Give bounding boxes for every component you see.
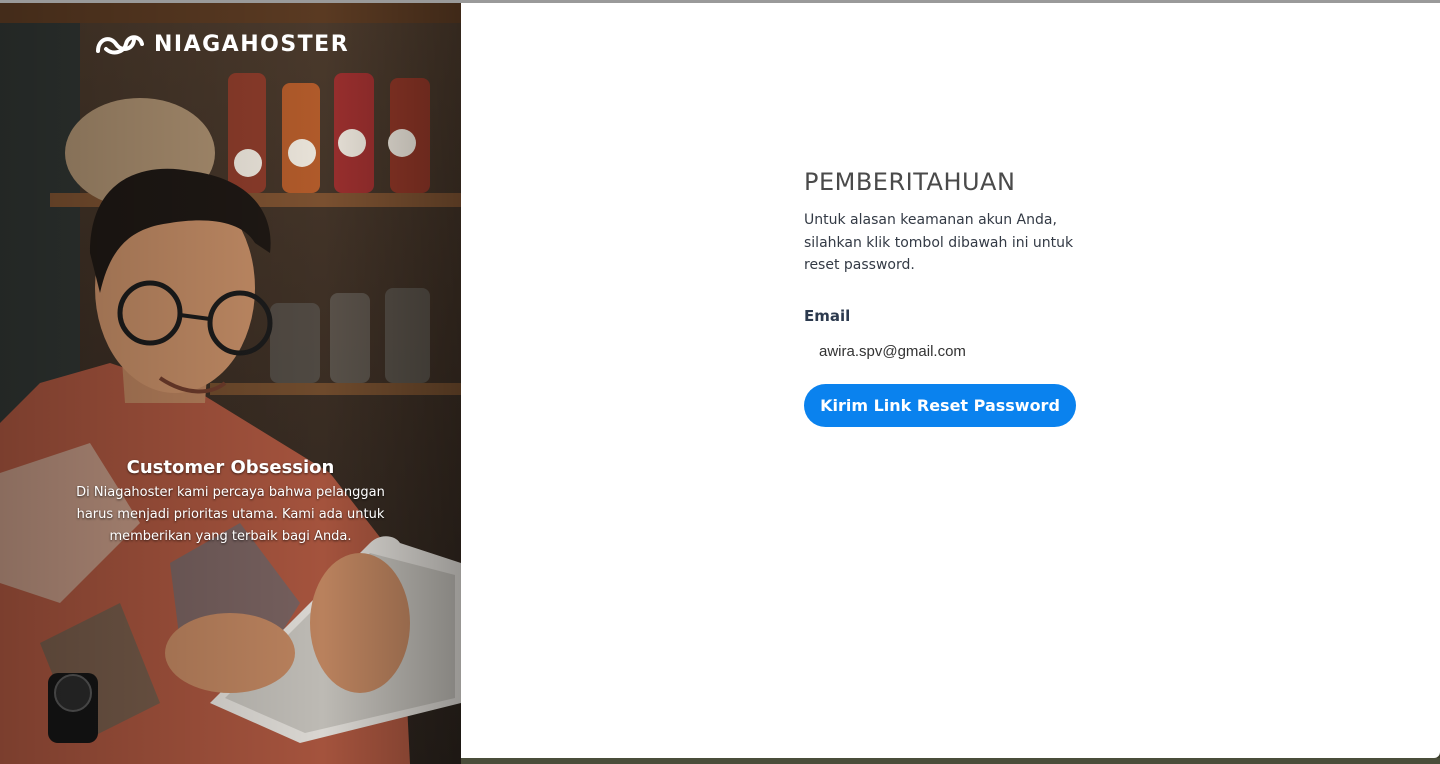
email-label: Email	[804, 306, 851, 325]
reset-password-panel: PEMBERITAHUAN Untuk alasan keamanan akun…	[461, 3, 1440, 758]
promo-caption: Customer Obsession Di Niagahoster kami p…	[0, 457, 461, 548]
promo-text: Di Niagahoster kami percaya bahwa pelang…	[76, 485, 385, 544]
promo-panel: NIAGAHOSTER Customer Obsession Di Niagah…	[0, 3, 461, 764]
reset-password-form: PEMBERITAHUAN Untuk alasan keamanan akun…	[804, 168, 1104, 427]
brand-logo[interactable]: NIAGAHOSTER	[94, 31, 349, 57]
app-window: NIAGAHOSTER Customer Obsession Di Niagah…	[0, 0, 1440, 764]
notice-description: Untuk alasan keamanan akun Anda, silahka…	[804, 212, 1074, 273]
email-field[interactable]	[819, 342, 1069, 360]
page-title: PEMBERITAHUAN	[804, 168, 1016, 196]
brand-name: NIAGAHOSTER	[154, 31, 350, 57]
send-reset-link-button[interactable]: Kirim Link Reset Password	[804, 383, 1076, 427]
promo-title: Customer Obsession	[126, 457, 335, 478]
niagahoster-wave-logo-icon	[96, 35, 144, 55]
desktop-background-strip	[461, 758, 1440, 764]
customer-photo	[0, 3, 461, 764]
